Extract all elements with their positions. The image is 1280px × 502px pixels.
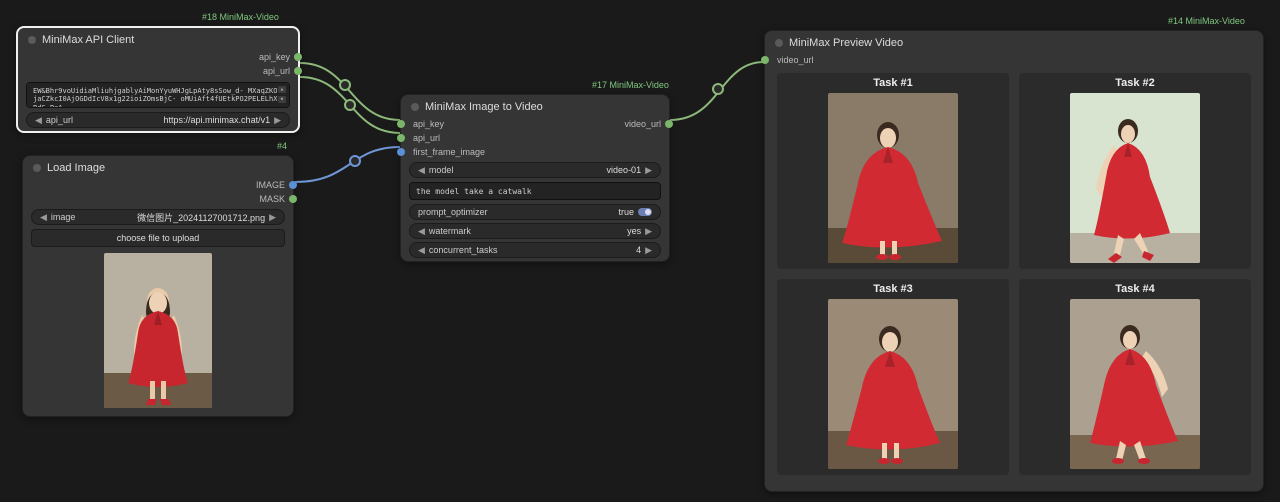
chevron-left-icon[interactable]: ◀	[418, 245, 425, 256]
port-dot[interactable]	[397, 148, 405, 156]
output-port-video-url[interactable]	[665, 120, 673, 128]
node-title: Load Image	[47, 162, 105, 174]
node-header[interactable]: Load Image	[23, 156, 293, 178]
concurrent-tasks-widget[interactable]: ◀ concurrent_tasks 4 ▶	[409, 242, 661, 258]
node-header[interactable]: MiniMax API Client	[18, 28, 298, 50]
port-dot[interactable]	[397, 134, 405, 142]
output-port-mask[interactable]: MASK	[23, 192, 293, 206]
chevron-right-icon[interactable]: ▶	[645, 226, 652, 237]
port-dot[interactable]	[761, 56, 769, 64]
output-port-api-key[interactable]: api_key	[18, 50, 298, 64]
node-badge-17: #17 MiniMax-Video	[592, 80, 669, 90]
node-load-image[interactable]: Load Image IMAGE MASK ◀ image 微信图片_20241…	[22, 155, 294, 417]
collapse-icon[interactable]	[411, 103, 419, 111]
input-port-first-frame-image[interactable]: first_frame_image	[401, 145, 669, 159]
task-card[interactable]: Task #4	[1019, 279, 1251, 475]
port-dot[interactable]	[289, 181, 297, 189]
task-title: Task #4	[1019, 283, 1251, 295]
node-minimax-preview-video[interactable]: MiniMax Preview Video video_url Task #1 …	[764, 30, 1264, 492]
chevron-left-icon[interactable]: ◀	[35, 115, 42, 126]
api-url-widget[interactable]: ◀ api_url https://api.minimax.chat/v1 ▶	[26, 112, 290, 128]
node-minimax-image-to-video[interactable]: MiniMax Image to Video api_key video_url…	[400, 94, 670, 262]
collapse-icon[interactable]	[28, 36, 36, 44]
input-port-video-url[interactable]: video_url	[765, 53, 1263, 67]
node-header[interactable]: MiniMax Preview Video	[765, 31, 1263, 53]
upload-button[interactable]: choose file to upload	[31, 229, 285, 247]
chevron-right-icon[interactable]: ▶	[274, 115, 281, 126]
image-file-widget[interactable]: ◀ image 微信图片_20241127001712.png ▶	[31, 209, 285, 225]
port-dot[interactable]	[294, 67, 302, 75]
node-badge-18: #18 MiniMax-Video	[202, 12, 279, 22]
input-port-api-url[interactable]: api_url	[401, 131, 669, 145]
collapse-icon[interactable]	[33, 164, 41, 172]
port-dot[interactable]	[289, 195, 297, 203]
chevron-left-icon[interactable]: ◀	[40, 212, 47, 223]
video-thumbnail[interactable]	[828, 93, 958, 263]
textarea-scroll[interactable]: ▴▾	[277, 85, 287, 104]
preview-grid: Task #1 Task #2 Task #3 Task #4	[765, 67, 1263, 487]
prompt-optimizer-widget[interactable]: prompt_optimizer true	[409, 204, 661, 220]
chevron-left-icon[interactable]: ◀	[418, 226, 425, 237]
port-dot[interactable]	[294, 53, 302, 61]
node-title: MiniMax Image to Video	[425, 101, 543, 113]
chevron-right-icon[interactable]: ▶	[645, 245, 652, 256]
output-port-api-url[interactable]: api_url	[18, 64, 298, 78]
task-title: Task #1	[777, 77, 1009, 89]
node-title: MiniMax API Client	[42, 34, 134, 46]
node-badge-4: #4	[277, 141, 287, 151]
task-title: Task #2	[1019, 77, 1251, 89]
port-dot[interactable]	[397, 120, 405, 128]
video-thumbnail[interactable]	[1070, 299, 1200, 469]
toggle-icon[interactable]	[638, 208, 652, 216]
node-canvas[interactable]: #18 MiniMax-Video MiniMax API Client api…	[0, 0, 1280, 502]
chevron-right-icon[interactable]: ▶	[269, 212, 276, 223]
collapse-icon[interactable]	[775, 39, 783, 47]
prompt-textarea[interactable]: the model take a catwalk	[409, 182, 661, 200]
watermark-widget[interactable]: ◀ watermark yes ▶	[409, 223, 661, 239]
chevron-left-icon[interactable]: ◀	[418, 165, 425, 176]
api-key-textarea[interactable]: EW&Bhr9voUidiaMliuhjgablyAiMonYyuWHJgLpA…	[26, 82, 290, 108]
task-card[interactable]: Task #1	[777, 73, 1009, 269]
video-thumbnail[interactable]	[828, 299, 958, 469]
node-title: MiniMax Preview Video	[789, 37, 903, 49]
video-thumbnail[interactable]	[1070, 93, 1200, 263]
input-port-api-key[interactable]: api_key video_url	[401, 117, 669, 131]
task-card[interactable]: Task #3	[777, 279, 1009, 475]
model-widget[interactable]: ◀ model video-01 ▶	[409, 162, 661, 178]
chevron-right-icon[interactable]: ▶	[645, 165, 652, 176]
task-card[interactable]: Task #2	[1019, 73, 1251, 269]
output-port-image[interactable]: IMAGE	[23, 178, 293, 192]
node-badge-14: #14 MiniMax-Video	[1168, 16, 1245, 26]
node-header[interactable]: MiniMax Image to Video	[401, 95, 669, 117]
task-title: Task #3	[777, 283, 1009, 295]
node-minimax-api-client[interactable]: MiniMax API Client api_key api_url EW&Bh…	[16, 26, 300, 133]
image-preview[interactable]	[104, 253, 212, 408]
